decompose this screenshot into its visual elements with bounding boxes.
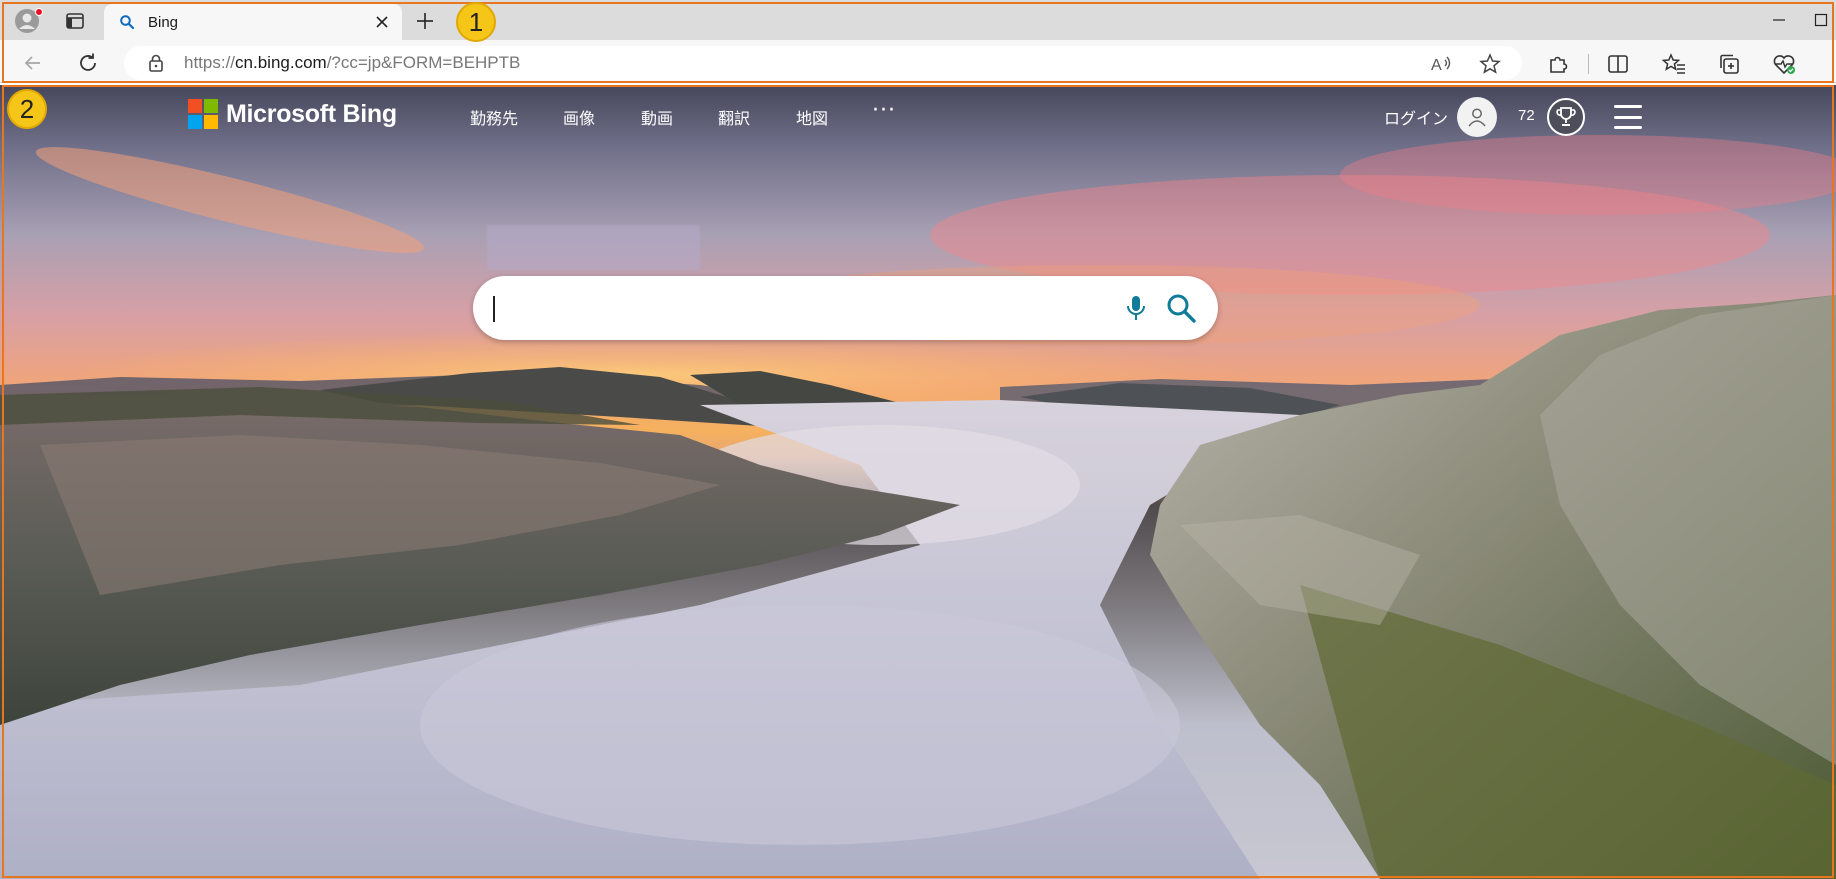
tab-title: Bing [148, 13, 179, 31]
address-bar: https://cn.bing.com/?cc=jp&FORM=BEHPTB A [0, 40, 1836, 83]
url-prefix: https:// [184, 53, 236, 72]
bing-page: Microsoft Bing 勤務先 画像 動画 翻訳 地図 ··· ログイン … [0, 85, 1836, 879]
favorites-icon [1662, 53, 1685, 74]
nav-link-work[interactable]: 勤務先 [470, 105, 518, 129]
collections-icon [1720, 54, 1739, 74]
close-icon [376, 16, 388, 28]
search-favicon-icon [118, 13, 136, 31]
search-button[interactable] [1163, 291, 1199, 325]
extensions-button[interactable] [1543, 49, 1573, 79]
tab-actions-button[interactable] [58, 6, 92, 36]
background-landscape-image [0, 135, 1836, 879]
favorites-button[interactable] [1659, 49, 1689, 79]
restore-button[interactable] [1806, 6, 1836, 34]
collections-button[interactable] [1714, 49, 1744, 79]
refresh-icon [80, 53, 96, 71]
url-field[interactable]: https://cn.bing.com/?cc=jp&FORM=BEHPTB [124, 46, 1522, 80]
voice-search-button[interactable] [1121, 293, 1151, 323]
annotation-marker-2: 2 [7, 89, 47, 129]
rewards-points[interactable]: 72 [1518, 107, 1535, 124]
tab-actions-icon [66, 13, 84, 29]
back-icon [24, 56, 40, 70]
minimize-icon [1773, 19, 1785, 21]
lock-icon[interactable] [146, 53, 166, 73]
new-tab-button[interactable] [410, 6, 440, 36]
url-text: https://cn.bing.com/?cc=jp&FORM=BEHPTB [184, 53, 520, 73]
title-bar: Bing [0, 0, 1836, 40]
microphone-icon [1127, 296, 1145, 320]
search-icon [1167, 294, 1196, 323]
blurred-image-title [487, 225, 700, 270]
restore-icon [1814, 13, 1828, 27]
back-button[interactable] [18, 48, 48, 78]
bing-logo-text: Microsoft Bing [226, 99, 397, 128]
user-icon [1468, 108, 1486, 127]
refresh-button[interactable] [73, 48, 103, 78]
plus-icon [417, 13, 433, 29]
trophy-icon [1556, 107, 1576, 126]
browser-essentials-button[interactable] [1769, 49, 1799, 79]
minimize-button[interactable] [1764, 6, 1794, 34]
search-input-caret [493, 296, 495, 322]
microsoft-logo-icon [188, 99, 218, 129]
hamburger-menu-button[interactable] [1614, 105, 1642, 129]
read-aloud-button[interactable]: A [1428, 51, 1454, 77]
browser-essentials-icon [1773, 55, 1795, 75]
read-aloud-icon: A [1431, 56, 1451, 74]
hamburger-icon [1614, 105, 1642, 108]
tab-bing[interactable]: Bing [104, 4, 402, 40]
notification-dot [35, 8, 43, 16]
nav-link-translate[interactable]: 翻訳 [718, 105, 750, 129]
favorite-add-icon [1479, 53, 1501, 74]
nav-link-images[interactable]: 画像 [563, 105, 595, 129]
extensions-icon [1550, 56, 1568, 73]
rewards-button[interactable] [1547, 98, 1585, 136]
search-input[interactable] [497, 296, 1097, 322]
svg-text:A: A [1431, 57, 1442, 74]
nav-link-videos[interactable]: 動画 [641, 105, 673, 129]
tab-close-button[interactable] [372, 12, 392, 32]
toolbar-divider [1588, 54, 1589, 74]
split-screen-icon [1608, 55, 1628, 73]
more-menu-button[interactable]: ··· [872, 98, 896, 123]
annotation-marker-1: 1 [456, 2, 496, 42]
favorite-add-button[interactable] [1477, 51, 1503, 77]
split-screen-button[interactable] [1603, 49, 1633, 79]
url-path: /?cc=jp&FORM=BEHPTB [326, 53, 521, 72]
bing-logo[interactable]: Microsoft Bing [188, 99, 397, 129]
nav-link-maps[interactable]: 地図 [796, 105, 828, 129]
login-avatar[interactable] [1457, 97, 1497, 137]
profile-button[interactable] [10, 6, 44, 36]
url-host: cn.bing.com [235, 53, 327, 72]
search-box[interactable] [473, 276, 1218, 340]
login-link[interactable]: ログイン [1384, 105, 1448, 129]
